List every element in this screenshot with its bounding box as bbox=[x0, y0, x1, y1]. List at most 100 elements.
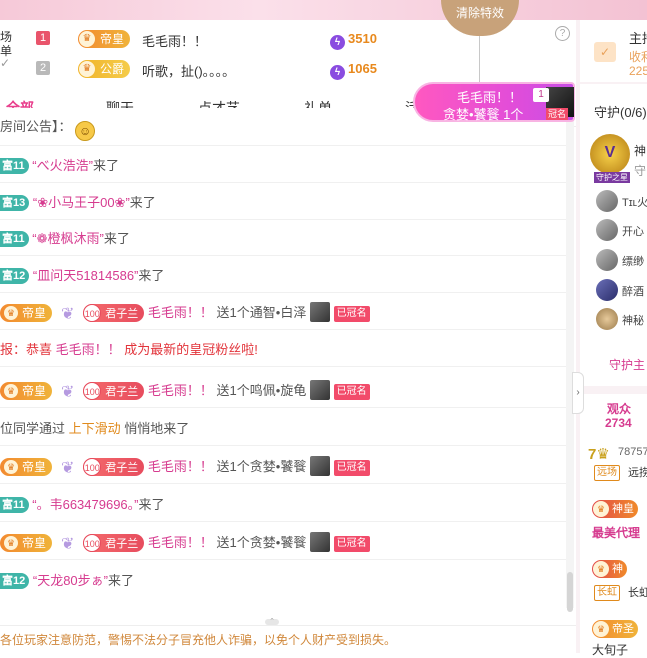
badge-label: 帝皇 bbox=[100, 32, 125, 46]
enter-text: 来了 bbox=[103, 231, 130, 246]
chat-scrollbar-track[interactable] bbox=[566, 108, 574, 608]
god-badge: ♛ 神 bbox=[592, 560, 627, 578]
badge-label: 帝皇 bbox=[22, 536, 47, 550]
user-name[interactable]: 毛毛雨！！ bbox=[148, 459, 213, 474]
crown-icon: ♛ bbox=[79, 61, 95, 77]
chat-message: ♛ 帝皇 ❦ 100 君子兰 毛毛雨！！ 送1个通智•白泽 已冠名 bbox=[0, 292, 566, 330]
member-avatar[interactable] bbox=[596, 219, 618, 241]
enter-text: 来了 bbox=[92, 158, 119, 173]
badge-label: 帝圣 bbox=[612, 623, 634, 635]
user-name[interactable]: “天龙80步ぁ” bbox=[33, 573, 108, 588]
safety-notice: 各位玩家注意防范，警惕不法分子冒充他人诈骗，以免个人财产受到损失。 bbox=[0, 625, 576, 654]
announcement-label: 房间公告】： bbox=[0, 119, 72, 134]
gift-image bbox=[309, 532, 330, 552]
system-text: 位同学通过 bbox=[0, 421, 69, 436]
viewer-tag: 远场 bbox=[594, 464, 620, 481]
member-name[interactable]: 醉酒 bbox=[622, 283, 644, 299]
user-name[interactable]: “べ火浩浩” bbox=[32, 158, 93, 173]
enter-text: 来了 bbox=[138, 497, 165, 512]
coin-amount: ϟ 3510 bbox=[330, 31, 377, 50]
host-label: 主持 bbox=[629, 31, 647, 46]
collapse-sidebar-chevron-icon[interactable]: › bbox=[572, 372, 584, 414]
banner-gift-count: 1 bbox=[533, 88, 549, 102]
gift-image bbox=[309, 456, 330, 476]
guard-star-emblem-icon: V bbox=[590, 134, 630, 174]
user-name[interactable]: “❁橙枫沐雨” bbox=[32, 231, 104, 246]
rank-number: 1 bbox=[36, 31, 50, 45]
chat-message: 位同学通过 上下滑动 悄悄地来了 bbox=[0, 408, 566, 446]
badge-label: 帝皇 bbox=[22, 460, 47, 474]
wealth-level-badge: 富11 bbox=[0, 497, 29, 513]
member-avatar[interactable] bbox=[596, 279, 618, 301]
viewer-tag-label: 远场 bbox=[594, 465, 620, 481]
named-tag: 已冠名 bbox=[333, 384, 370, 400]
guard-link[interactable]: 守护主 bbox=[609, 356, 645, 373]
member-name[interactable]: 开心 bbox=[622, 223, 644, 239]
banner-named-tag: 冠名 bbox=[546, 108, 569, 120]
wealth-level-badge: 富12 bbox=[0, 573, 30, 589]
user-name[interactable]: “。韦663479696。” bbox=[32, 497, 138, 512]
fan-level: 100 bbox=[83, 382, 102, 400]
gift-text: 送1个贪婪•饕餮 bbox=[216, 459, 307, 474]
viewer-name[interactable]: 最美代理 bbox=[592, 524, 640, 541]
help-icon[interactable]: ? bbox=[555, 26, 570, 41]
god-emperor-badge: ♛ 神皇 bbox=[592, 500, 638, 518]
emperor-badge: ♛ 帝皇 bbox=[78, 30, 131, 48]
host-card[interactable]: ✓ 主持 收利 225 bbox=[580, 20, 647, 82]
member-name[interactable]: 神秘 bbox=[622, 312, 644, 328]
fan-club-name: 君子兰 bbox=[105, 308, 139, 320]
audience-label[interactable]: 观众 bbox=[607, 400, 631, 417]
viewer-name[interactable]: 大旬子 bbox=[592, 641, 628, 658]
fan-club-badge: 100 君子兰 bbox=[83, 304, 145, 322]
level-seven-icon: 7♛ bbox=[588, 446, 610, 463]
member-avatar[interactable] bbox=[596, 249, 618, 271]
fan-club-badge: 100 君子兰 bbox=[83, 534, 145, 552]
named-tag: 已冠名 bbox=[333, 306, 370, 322]
viewer-id: 78757 bbox=[618, 446, 647, 458]
ranking-user-name[interactable]: 听歌，扯()。。。。 bbox=[142, 61, 235, 80]
coin-value: 1065 bbox=[348, 61, 377, 76]
member-name[interactable]: 缥缈 bbox=[622, 253, 644, 269]
grin-emoji-icon: ☺ bbox=[75, 121, 96, 141]
user-name[interactable]: 毛毛雨！！ bbox=[56, 342, 121, 357]
audience-panel: 观众 2734 7♛ 78757 远场 远捞 ♛ 神皇 最美代理 ♛ 神 长虹 长虹… bbox=[580, 394, 647, 657]
ranking-row[interactable]: 2 ♛ 公爵 听歌，扯()。。。。 ϟ 1065 bbox=[0, 56, 576, 82]
chat-message-list[interactable]: 房间公告】： ☺ 富11 “べ火浩浩”来了 富13 “❀小马王子00❀”来了 富… bbox=[0, 108, 566, 608]
wing-icon: ❦ bbox=[60, 384, 75, 401]
calendar-icon: ✓ bbox=[594, 42, 616, 62]
coin-amount: ϟ 1065 bbox=[330, 61, 377, 80]
host-value: 225 bbox=[629, 64, 647, 78]
enter-text: 来了 bbox=[129, 195, 156, 210]
lightning-icon: ϟ bbox=[330, 35, 345, 50]
crown-icon: ♛ bbox=[4, 460, 18, 474]
enter-text: 来了 bbox=[108, 573, 135, 588]
user-name[interactable]: 毛毛雨！！ bbox=[148, 305, 213, 320]
chat-scrollbar-thumb[interactable] bbox=[567, 572, 573, 612]
guard-star-label: 守护之星 bbox=[594, 172, 630, 183]
badge-label: 神皇 bbox=[612, 503, 634, 515]
user-name[interactable]: 毛毛雨！！ bbox=[148, 535, 213, 550]
named-tag: 已冠名 bbox=[333, 536, 370, 552]
member-avatar[interactable] bbox=[596, 190, 618, 212]
user-name[interactable]: “皿问天51814586” bbox=[33, 268, 139, 283]
badge-label: 公爵 bbox=[100, 62, 125, 76]
user-name[interactable]: “❀小马王子00❀” bbox=[33, 195, 130, 210]
guard-tab[interactable]: 守护(0/6) bbox=[594, 102, 647, 121]
gift-banner: 毛毛雨！！ 贪婪•饕餮 1个 1 冠名 bbox=[413, 82, 575, 122]
chat-message: ♛ 帝皇 ❦ 100 君子兰 毛毛雨！！ 送1个贪婪•饕餮 已冠名 bbox=[0, 522, 566, 560]
user-name[interactable]: 毛毛雨！！ bbox=[148, 383, 213, 398]
lightning-icon: ϟ bbox=[330, 65, 345, 80]
duke-badge: ♛ 公爵 bbox=[78, 60, 131, 78]
gift-text: 送1个贪婪•饕餮 bbox=[216, 535, 307, 550]
viewer-name[interactable]: 长虹 bbox=[628, 584, 647, 600]
crown-icon: ♛ bbox=[593, 561, 609, 577]
guard-tab-label: 守护 bbox=[594, 105, 621, 120]
chat-message: 报：恭喜 毛毛雨！！ 成为最新的皇冠粉丝啦! bbox=[0, 329, 566, 367]
host-sub: 收利 bbox=[629, 50, 647, 64]
ranking-user-name[interactable]: 毛毛雨！！ bbox=[142, 31, 207, 50]
member-name[interactable]: Tɪʟ火 bbox=[622, 194, 647, 210]
emperor-badge: ♛ 帝皇 bbox=[0, 534, 53, 552]
viewer-name[interactable]: 远捞 bbox=[628, 464, 647, 480]
badge-label: 帝皇 bbox=[22, 384, 47, 398]
wealth-level-badge: 富13 bbox=[0, 195, 30, 211]
